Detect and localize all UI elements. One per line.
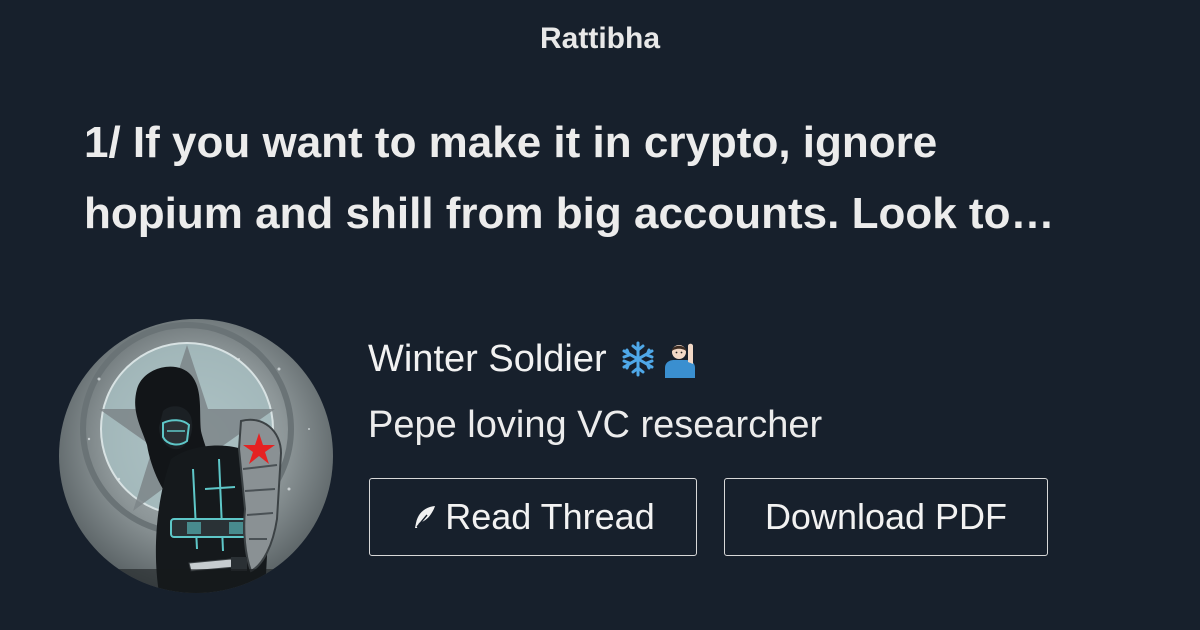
download-pdf-button[interactable]: Download PDF [724, 478, 1048, 556]
author-name: Winter Soldier [368, 336, 699, 382]
read-thread-button[interactable]: Read Thread [369, 478, 697, 556]
thread-title-line-2: hopium and shill from big accounts. Look… [84, 189, 1055, 238]
snowflake-icon [622, 341, 654, 377]
winter-soldier-avatar-icon [59, 319, 333, 593]
download-pdf-label: Download PDF [764, 496, 1008, 537]
site-name: Rattibha [540, 22, 660, 55]
author-bio: Pepe loving VC researcher [368, 404, 823, 446]
author-name-text: Winter Soldier [368, 338, 607, 380]
avatar [59, 319, 333, 593]
thread-title: 1/ If you want to make it in crypto, ign… [84, 107, 1164, 249]
author-emoji [619, 340, 699, 378]
thread-title-line-1: 1/ If you want to make it in crypto, ign… [84, 118, 938, 167]
read-thread-label: Read Thread [445, 496, 655, 537]
person-raising-hand-icon [664, 343, 695, 378]
feather-icon [411, 503, 439, 531]
